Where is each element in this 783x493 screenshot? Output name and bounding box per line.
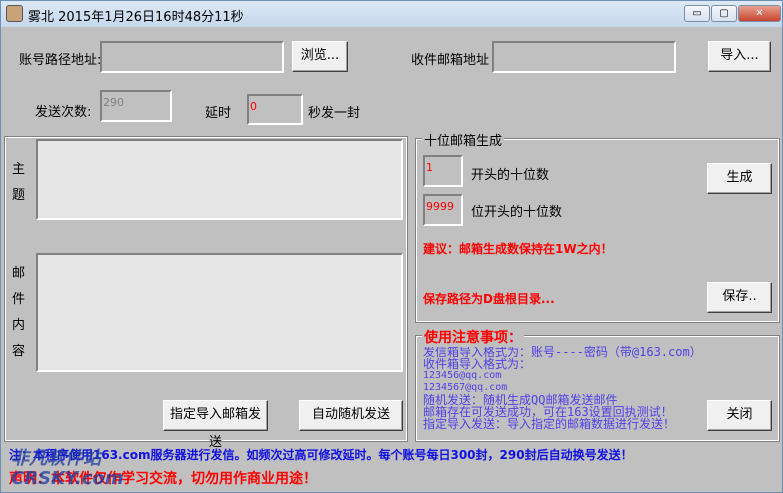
- account-path-input[interactable]: [100, 41, 284, 73]
- body-label: 邮件内容: [12, 266, 26, 359]
- title-bar: 雾北 2015年1月26日16时48分11秒 ▭ ▢ ✕: [1, 1, 782, 27]
- app-avatar-icon: [6, 5, 23, 22]
- notes-line: 收件箱导入格式为：: [423, 357, 532, 371]
- notes-line: 指定导入发送：导入指定的邮箱数据进行发送！: [423, 417, 676, 431]
- prefix-label: 开头的十位数: [471, 168, 550, 183]
- digits-input[interactable]: 9999: [423, 194, 463, 226]
- generator-advice: 建议：邮箱生成数保持在1W之内！: [423, 242, 613, 256]
- import-button[interactable]: 导入...: [708, 41, 771, 72]
- auto-send-button[interactable]: 自动随机发送: [299, 400, 403, 431]
- close-button[interactable]: 关闭: [707, 400, 772, 431]
- save-button[interactable]: 保存..: [707, 282, 772, 313]
- minimize-button[interactable]: ▭: [684, 5, 710, 22]
- subject-textarea[interactable]: [36, 139, 403, 220]
- recipient-input[interactable]: [492, 41, 676, 73]
- delay-label: 延时: [205, 106, 232, 121]
- send-count-input[interactable]: 290: [100, 90, 172, 122]
- close-window-button[interactable]: ✕: [738, 5, 781, 22]
- import-send-button[interactable]: 指定导入邮箱发送: [163, 400, 268, 450]
- notes-line: 123456@qq.com: [423, 370, 502, 381]
- window-title: 雾北 2015年1月26日16时48分11秒: [28, 10, 244, 25]
- generator-title: 十位邮箱生成: [422, 130, 505, 149]
- save-path-text: 保存路径为D盘根目录...: [423, 292, 555, 306]
- subject-label: 主题: [12, 162, 26, 203]
- recipient-label: 收件邮箱地址: [411, 53, 490, 68]
- body-textarea[interactable]: [36, 253, 403, 372]
- delay-suffix: 秒发一封: [308, 106, 361, 121]
- main-window: 雾北 2015年1月26日16时48分11秒 ▭ ▢ ✕ 账号路径地址: 浏览.…: [0, 0, 783, 493]
- prefix-input[interactable]: 1: [423, 155, 463, 187]
- maximize-button[interactable]: ▢: [711, 5, 737, 22]
- watermark-logo: 非凡软件站 CRSKY.com: [11, 448, 124, 489]
- notes-title: 使用注意事项：: [422, 327, 524, 347]
- send-count-label: 发送次数:: [35, 105, 92, 120]
- browse-button[interactable]: 浏览...: [292, 41, 348, 72]
- delay-input[interactable]: 0: [247, 94, 303, 125]
- digits-label: 位开头的十位数: [471, 205, 563, 220]
- account-path-label: 账号路径地址:: [19, 53, 102, 68]
- generate-button[interactable]: 生成: [707, 163, 772, 194]
